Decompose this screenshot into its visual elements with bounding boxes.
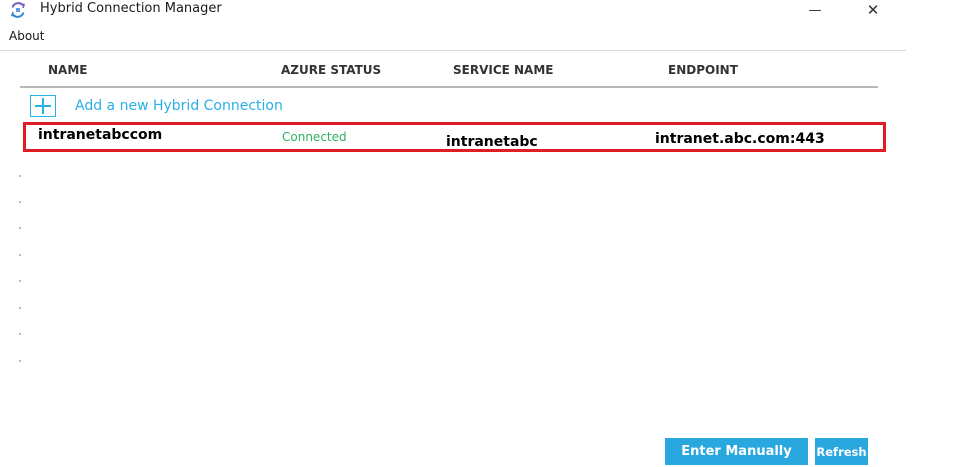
row-marker (19, 254, 21, 256)
table-row[interactable]: intranetabccom Connected intranetabc int… (23, 122, 886, 152)
row-marker (19, 360, 21, 362)
window-title: Hybrid Connection Manager (40, 1, 222, 16)
close-button[interactable]: ✕ (853, 0, 893, 20)
row-endpoint: intranet.abc.com:443 (655, 131, 825, 147)
row-marker (19, 307, 21, 309)
column-header-name: NAME (48, 63, 88, 77)
plus-icon[interactable] (30, 95, 56, 117)
row-marker (19, 201, 21, 203)
table-header: NAME AZURE STATUS SERVICE NAME ENDPOINT (20, 58, 878, 88)
row-marker (19, 280, 21, 282)
enter-manually-button[interactable]: Enter Manually (665, 438, 808, 465)
row-marker (19, 333, 21, 335)
menu-item-about[interactable]: About (9, 29, 44, 43)
refresh-button[interactable]: Refresh (815, 438, 868, 465)
close-icon: ✕ (866, 1, 880, 19)
add-hybrid-connection-label[interactable]: Add a new Hybrid Connection (75, 98, 283, 114)
minimize-icon: — (808, 2, 822, 18)
column-header-service-name: SERVICE NAME (453, 63, 554, 77)
minimize-button[interactable]: — (795, 0, 835, 20)
column-header-azure-status: AZURE STATUS (281, 63, 382, 77)
title-bar: Hybrid Connection Manager — ✕ (0, 0, 906, 20)
row-name: intranetabccom (38, 127, 163, 143)
menu-bar: About (0, 24, 906, 51)
row-marker (19, 227, 21, 229)
row-service-name: intranetabc (446, 134, 538, 150)
hybrid-connection-icon (9, 1, 27, 19)
status-badge: Connected (282, 130, 347, 144)
row-marker (19, 175, 21, 177)
add-hybrid-connection-link[interactable]: Add a new Hybrid Connection (30, 93, 283, 119)
column-header-endpoint: ENDPOINT (668, 63, 738, 77)
